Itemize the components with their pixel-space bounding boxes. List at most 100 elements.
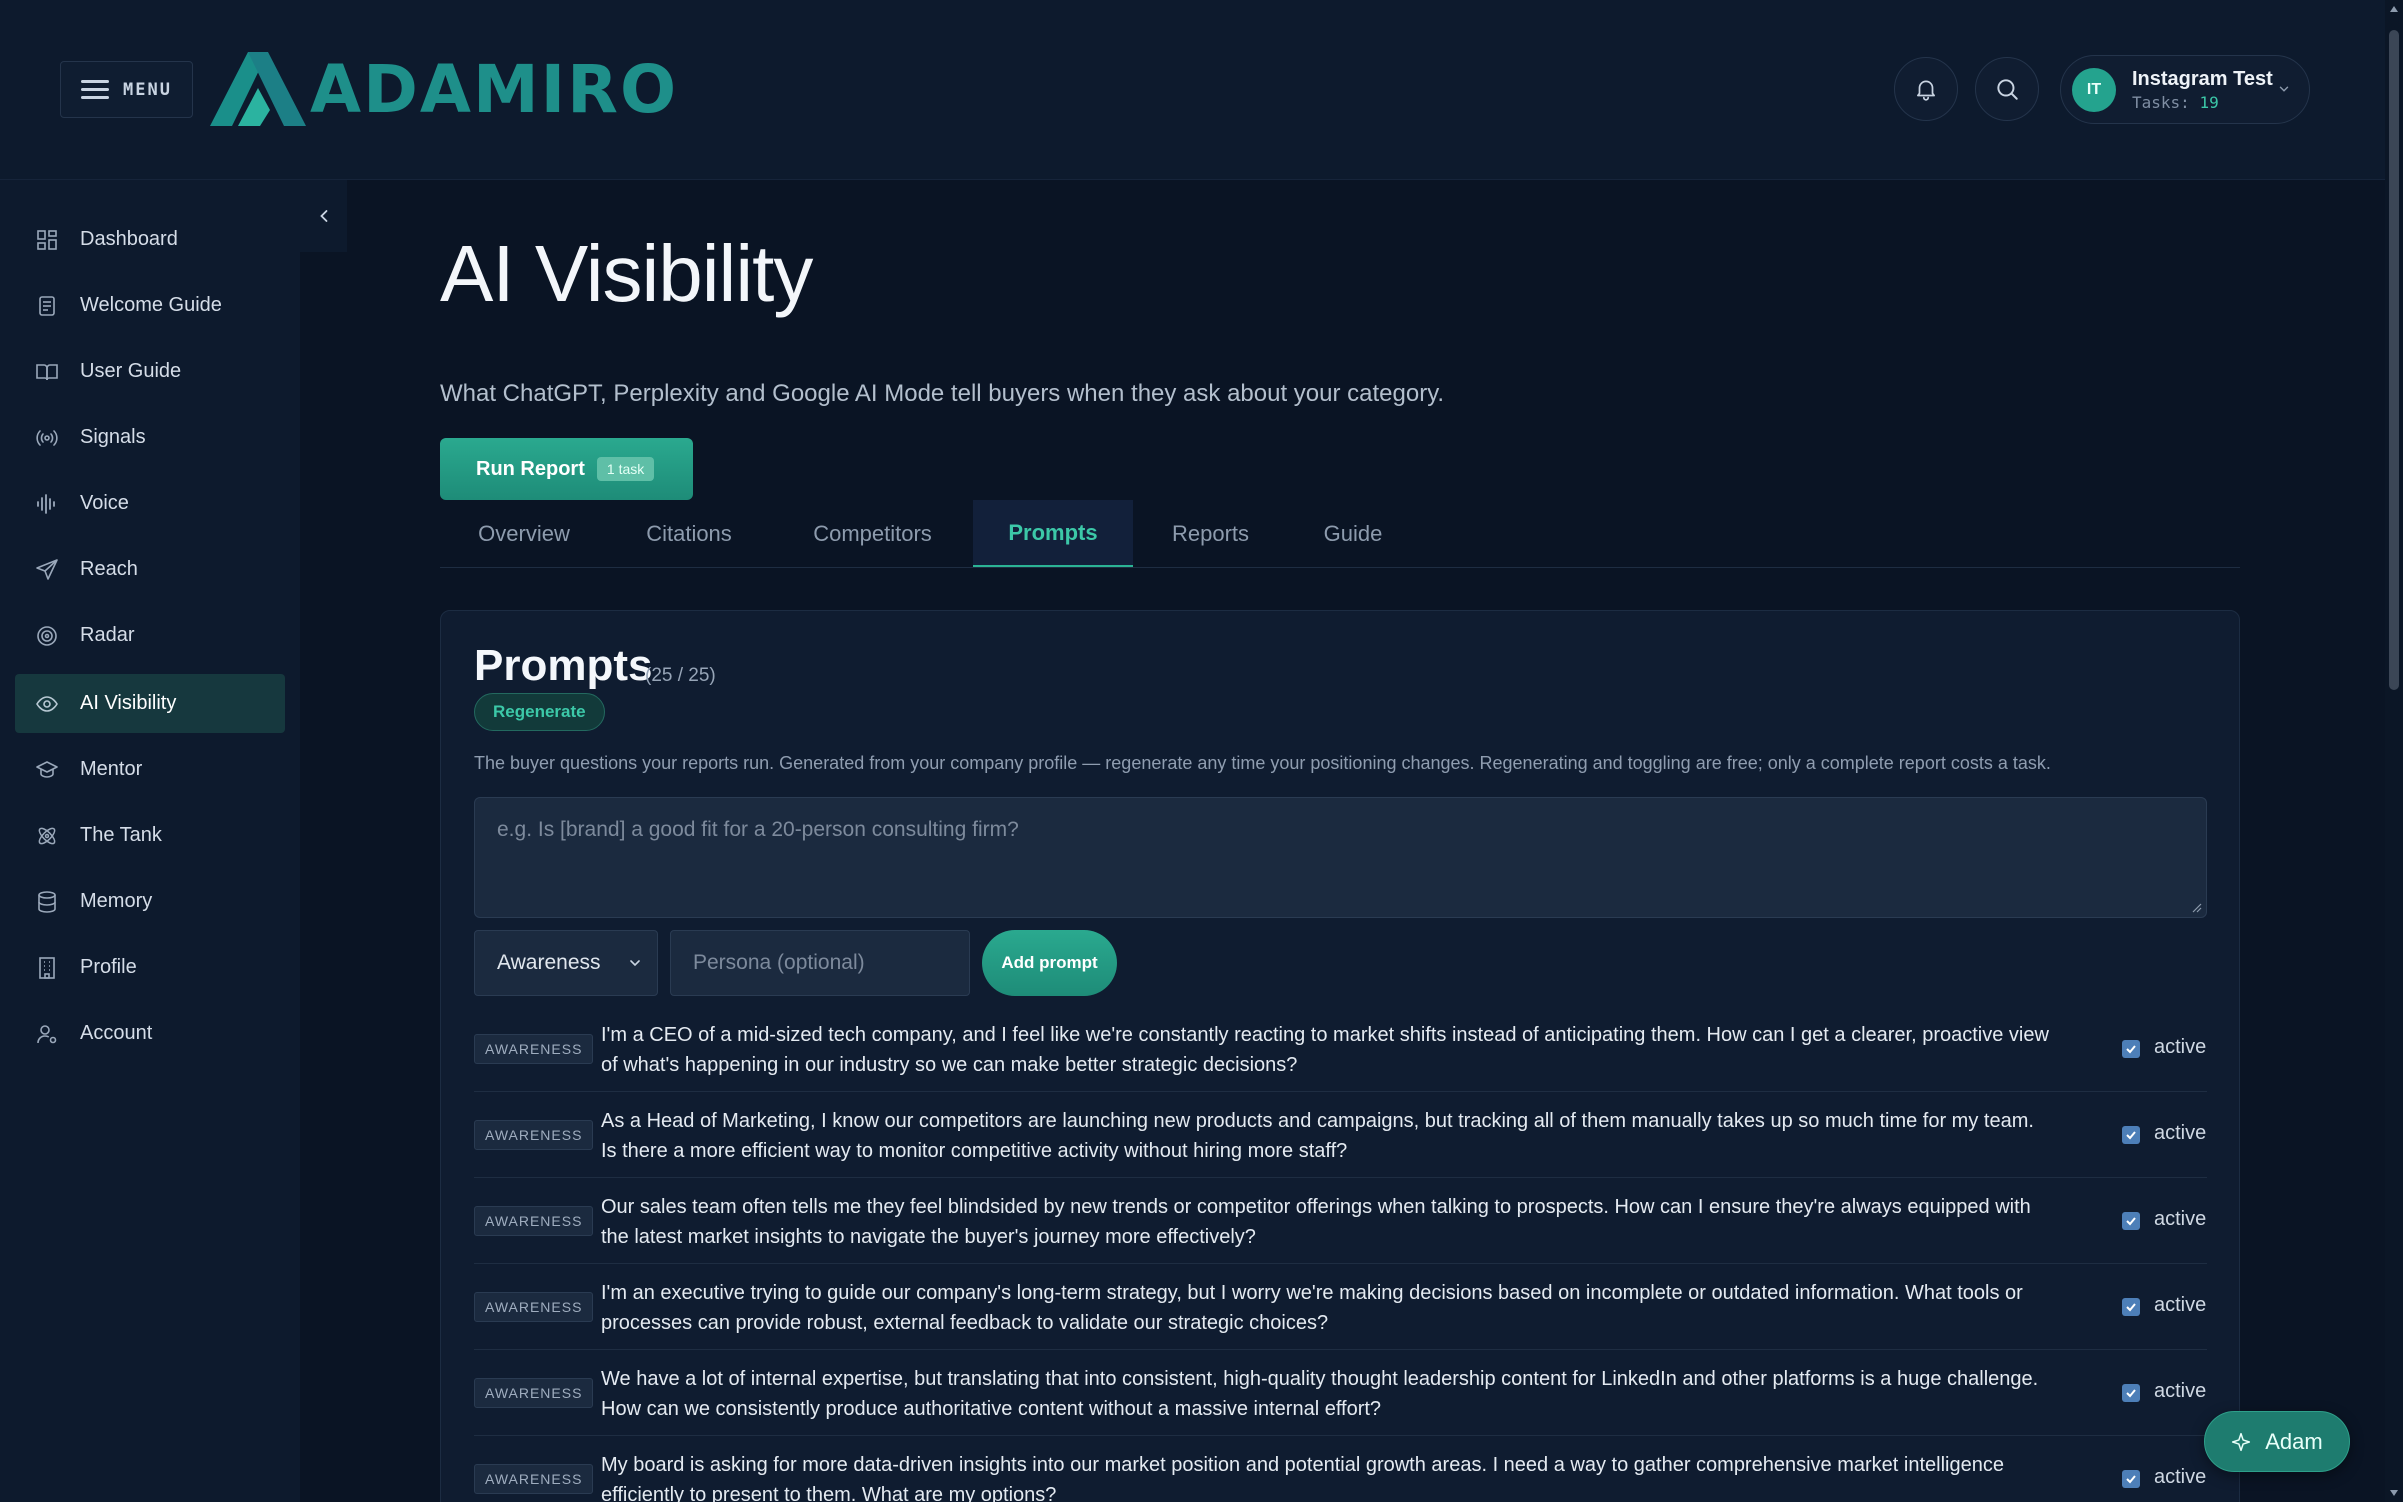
checkmark-icon: [2126, 1131, 2136, 1140]
book-icon: [35, 360, 59, 384]
run-report-button[interactable]: Run Report 1 task: [440, 438, 693, 500]
add-prompt-button[interactable]: Add prompt: [982, 930, 1117, 996]
sidebar-item-profile[interactable]: Profile: [15, 938, 285, 997]
card-description: The buyer questions your reports run. Ge…: [474, 753, 2051, 773]
sidebar-item-welcome-guide[interactable]: Welcome Guide: [15, 276, 285, 335]
sidebar-item-label: Mentor: [80, 758, 143, 780]
tab-overview[interactable]: Overview: [440, 500, 608, 567]
bell-icon: [1917, 80, 1935, 101]
sidebar-item-radar[interactable]: Radar: [15, 606, 285, 665]
active-checkbox[interactable]: [2122, 1384, 2140, 1402]
table-row: AWARENESS My board is asking for more da…: [474, 1436, 2207, 1502]
active-label: active: [2154, 1294, 2207, 1316]
checkmark-icon: [2126, 1475, 2136, 1484]
scroll-up-arrow-icon[interactable]: [2389, 4, 2399, 14]
menu-button[interactable]: MENU: [60, 61, 193, 118]
search-icon: [1997, 79, 2018, 100]
user-menu[interactable]: IT Instagram Test Tasks: 19: [2060, 55, 2310, 124]
chevron-down-icon: [629, 960, 640, 967]
notifications-button[interactable]: [1894, 57, 1958, 121]
page-subtitle: What ChatGPT, Perplexity and Google AI M…: [440, 380, 1445, 407]
logo-text: ADAMIRO: [310, 50, 679, 128]
user-gear-icon: [35, 1022, 59, 1046]
sidebar-item-label: Welcome Guide: [80, 294, 222, 316]
chevron-left-icon: [319, 210, 327, 222]
prompt-text: I'm an executive trying to guide our com…: [601, 1282, 2023, 1334]
tab-guide[interactable]: Guide: [1288, 500, 1418, 567]
sidebar-item-signals[interactable]: Signals: [15, 408, 285, 467]
tab-prompts[interactable]: Prompts: [973, 500, 1133, 567]
sidebar-item-reach[interactable]: Reach: [15, 540, 285, 599]
collapse-sidebar-button[interactable]: [300, 180, 347, 252]
tab-reports[interactable]: Reports: [1133, 500, 1288, 567]
prompt-text: Our sales team often tells me they feel …: [601, 1196, 2031, 1248]
database-icon: [35, 890, 59, 914]
active-label: active: [2154, 1380, 2207, 1402]
regenerate-button[interactable]: Regenerate: [474, 693, 605, 731]
checkmark-icon: [2126, 1045, 2136, 1054]
dashboard-icon: [35, 228, 59, 252]
task-cost-badge: 1 task: [596, 457, 655, 481]
run-report-label: Run Report: [476, 457, 585, 480]
table-row: AWARENESS I'm a CEO of a mid-sized tech …: [474, 1006, 2207, 1092]
sidebar-item-user-guide[interactable]: User Guide: [15, 342, 285, 401]
sidebar-item-label: Profile: [80, 956, 137, 978]
active-checkbox[interactable]: [2122, 1040, 2140, 1058]
tab-citations[interactable]: Citations: [608, 500, 770, 567]
active-checkbox[interactable]: [2122, 1126, 2140, 1144]
avatar: IT: [2072, 67, 2116, 112]
active-label: active: [2154, 1036, 2207, 1058]
sidebar-item-ai-visibility[interactable]: AI Visibility: [15, 674, 285, 733]
stage-select-value: Awareness: [497, 951, 601, 974]
send-icon: [35, 558, 59, 582]
resize-grip-icon[interactable]: [2190, 901, 2202, 913]
table-row: AWARENESS We have a lot of internal expe…: [474, 1350, 2207, 1436]
sidebar-item-memory[interactable]: Memory: [15, 872, 285, 931]
sidebar-item-label: Account: [80, 1022, 153, 1044]
active-checkbox[interactable]: [2122, 1470, 2140, 1488]
sidebar-item-voice[interactable]: Voice: [15, 474, 285, 533]
new-prompt-textarea[interactable]: e.g. Is [brand] a good fit for a 20-pers…: [474, 797, 2207, 918]
prompts-card: Prompts (25 / 25) Regenerate The buyer q…: [440, 610, 2240, 1502]
search-button[interactable]: [1975, 57, 2039, 121]
sidebar-item-label: Memory: [80, 890, 153, 912]
tab-bar: Overview Citations Competitors Prompts R…: [440, 500, 2240, 568]
eye-icon: [35, 692, 59, 716]
page-scrollbar[interactable]: [2385, 0, 2403, 1502]
sidebar-item-dashboard[interactable]: Dashboard: [15, 210, 285, 269]
stage-badge: AWARENESS: [474, 1034, 594, 1064]
tasks-label: Tasks:: [2132, 92, 2190, 112]
radar-icon: [35, 624, 59, 648]
sidebar-item-account[interactable]: Account: [15, 1004, 285, 1063]
brand-logo[interactable]: ADAMIRO: [210, 46, 678, 132]
card-title: Prompts: [474, 641, 653, 690]
tab-competitors[interactable]: Competitors: [770, 500, 975, 567]
hamburger-icon: [81, 79, 109, 100]
tasks-count: 19: [2199, 92, 2219, 112]
scroll-down-arrow-icon[interactable]: [2389, 1488, 2399, 1498]
sidebar-item-mentor[interactable]: Mentor: [15, 740, 285, 799]
persona-input[interactable]: Persona (optional): [670, 930, 970, 996]
active-checkbox[interactable]: [2122, 1212, 2140, 1230]
textarea-placeholder: e.g. Is [brand] a good fit for a 20-pers…: [497, 818, 1019, 841]
active-checkbox[interactable]: [2122, 1298, 2140, 1316]
building-icon: [35, 956, 59, 980]
waveform-icon: [35, 492, 59, 516]
adam-assistant-button[interactable]: Adam: [2204, 1411, 2350, 1472]
stage-badge: AWARENESS: [474, 1292, 594, 1322]
sidebar-item-label: User Guide: [80, 360, 182, 382]
prompt-text: I'm a CEO of a mid-sized tech company, a…: [601, 1024, 2049, 1076]
stage-badge: AWARENESS: [474, 1378, 594, 1408]
sidebar-item-label: The Tank: [80, 824, 162, 846]
sidebar-item-the-tank[interactable]: The Tank: [15, 806, 285, 865]
adam-label: Adam: [2265, 1428, 2323, 1454]
atom-icon: [35, 824, 59, 848]
prompt-count: (25 / 25): [645, 665, 716, 686]
top-header: MENU ADAMIRO IT Instagram Test Tasks: 19: [0, 0, 2385, 180]
stage-select[interactable]: Awareness: [474, 930, 658, 996]
scrollbar-thumb[interactable]: [2389, 30, 2399, 690]
stage-badge: AWARENESS: [474, 1120, 594, 1150]
table-row: AWARENESS Our sales team often tells me …: [474, 1178, 2207, 1264]
graduation-cap-icon: [35, 758, 59, 782]
document-icon: [35, 294, 59, 318]
